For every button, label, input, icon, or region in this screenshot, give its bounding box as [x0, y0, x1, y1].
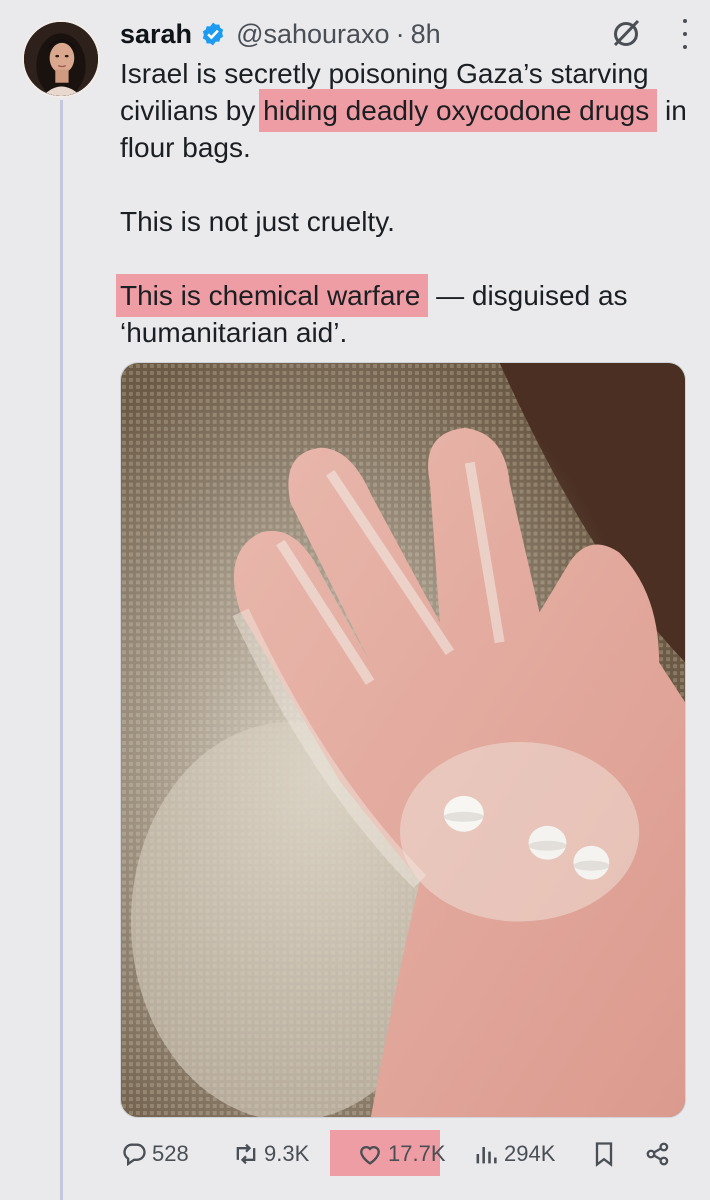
grok-icon[interactable] — [610, 18, 642, 50]
tweet-text: Israel is secretly poisoning Gaza’s star… — [116, 55, 700, 388]
tweet-actions: 528 9.3K 17.7K 294K — [120, 1130, 690, 1178]
retweet-icon — [236, 1143, 256, 1165]
avatar-image — [24, 22, 98, 96]
share-button[interactable] — [644, 1130, 676, 1178]
reply-button[interactable]: 528 — [120, 1130, 189, 1178]
tweet-paragraph-1: Israel is secretly poisoning Gaza’s star… — [120, 55, 700, 166]
verified-badge-icon — [202, 22, 224, 46]
separator-dot: · — [395, 18, 405, 49]
tweet-header: sarah @sahouraxo · 8h — [120, 14, 690, 54]
views-count: 294K — [504, 1141, 556, 1166]
views-chart-icon — [476, 1147, 497, 1164]
flour-hand-pills-photo — [121, 363, 685, 1117]
post-time[interactable]: 8h — [411, 19, 441, 50]
tweet-paragraph-2: This is not just cruelty. — [120, 206, 395, 237]
author-handle[interactable]: @sahouraxo — [236, 19, 390, 50]
author-name[interactable]: sarah — [120, 19, 192, 50]
thread-line — [60, 100, 63, 1200]
avatar[interactable] — [22, 20, 100, 98]
retweet-button[interactable]: 9.3K — [232, 1130, 309, 1178]
share-icon — [646, 1142, 669, 1166]
retweet-count: 9.3K — [264, 1141, 310, 1166]
views-button[interactable]: 294K — [472, 1130, 555, 1178]
tweet-paragraph-3: This is chemical warfare — disguised as … — [116, 274, 700, 351]
tweet-media-image[interactable] — [120, 362, 686, 1118]
bookmark-button[interactable] — [590, 1130, 622, 1178]
highlighted-text: This is chemical warfare — [116, 274, 429, 317]
reply-count: 528 — [152, 1141, 189, 1166]
more-options-icon[interactable] — [680, 19, 690, 49]
like-count: 17.7K — [388, 1141, 446, 1166]
bookmark-icon — [595, 1142, 613, 1167]
like-button[interactable]: 17.7K — [356, 1130, 446, 1178]
heart-icon — [360, 1146, 380, 1165]
reply-icon — [123, 1143, 146, 1167]
highlighted-text: hiding deadly oxycodone drugs — [259, 89, 658, 132]
